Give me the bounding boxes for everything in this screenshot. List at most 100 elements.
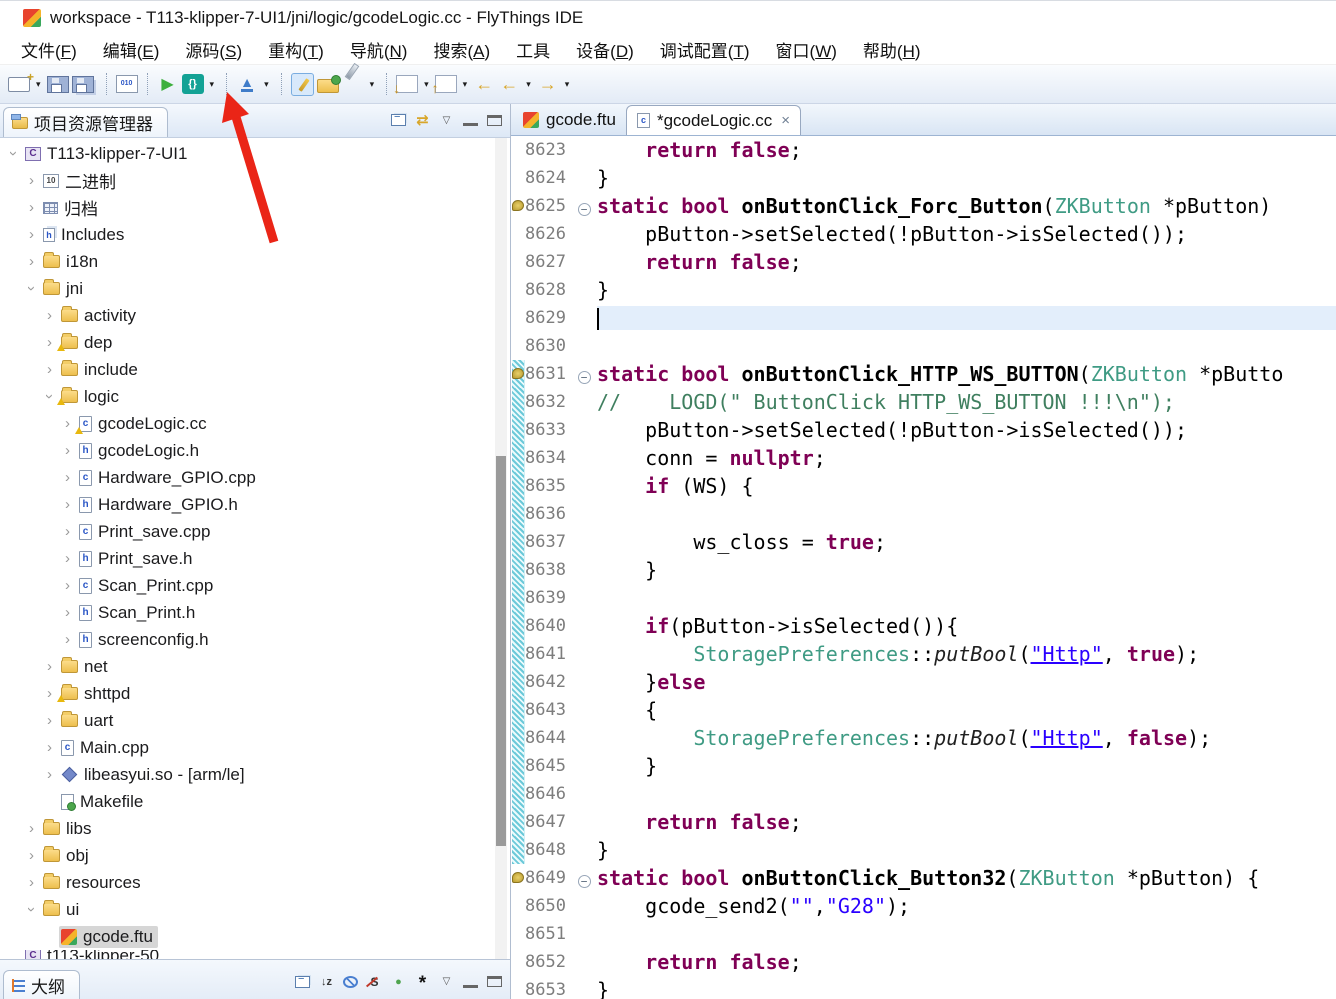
- tree-item-Print_save.cpp[interactable]: ›cPrint_save.cpp: [0, 518, 510, 545]
- tree-item-二进制[interactable]: ›10二进制: [0, 167, 510, 194]
- menu-item-调试配置(T)[interactable]: 调试配置(T): [647, 34, 763, 65]
- tree-item-gcodeLogic.cc[interactable]: ›cgcodeLogic.cc: [0, 410, 510, 437]
- tree-expander-icon[interactable]: ›: [60, 577, 75, 594]
- code-line-text[interactable]: static bool onButtonClick_HTTP_WS_BUTTON…: [597, 362, 1336, 386]
- export-dropdown-caret-icon[interactable]: ▾: [460, 79, 471, 90]
- tree-item-dep[interactable]: ›dep: [0, 329, 510, 356]
- save-all-icon[interactable]: [72, 76, 94, 93]
- menu-item-工具[interactable]: 工具: [503, 34, 563, 65]
- tree-expander-icon[interactable]: ›: [23, 281, 40, 296]
- collapse-all-icon[interactable]: [295, 976, 310, 988]
- menu-item-重构(T)[interactable]: 重构(T): [255, 34, 337, 65]
- tree-expander-icon[interactable]: ›: [42, 307, 57, 324]
- tree-expander-icon[interactable]: ›: [42, 739, 57, 756]
- tree-item-shttpd[interactable]: ›shttpd: [0, 680, 510, 707]
- tree-item-obj[interactable]: ›obj: [0, 842, 510, 869]
- code-line-text[interactable]: return false;: [597, 950, 1336, 974]
- code-line-text[interactable]: StoragePreferences::putBool("Http", fals…: [597, 726, 1336, 750]
- code-line-text[interactable]: }: [597, 754, 1336, 778]
- tab-project-explorer[interactable]: 项目资源管理器: [3, 107, 168, 137]
- hide-non-public-icon[interactable]: ●: [391, 974, 406, 990]
- code-line-text[interactable]: if(pButton->isSelected()){: [597, 614, 1336, 638]
- tree-expander-icon[interactable]: ›: [24, 847, 39, 864]
- tree-expander-icon[interactable]: ›: [24, 820, 39, 837]
- tree-item-gcode.ftu[interactable]: gcode.ftu: [0, 923, 510, 950]
- tree-item-resources[interactable]: ›resources: [0, 869, 510, 896]
- code-line-text[interactable]: }: [597, 166, 1336, 190]
- import-icon[interactable]: ↓: [396, 75, 418, 93]
- code-line-text[interactable]: conn = nullptr;: [597, 446, 1336, 470]
- new-wizard-icon[interactable]: [8, 77, 30, 92]
- code-line-text[interactable]: return false;: [597, 138, 1336, 162]
- tree-expander-icon[interactable]: ›: [24, 199, 39, 216]
- tree-item-activity[interactable]: ›activity: [0, 302, 510, 329]
- tree-expander-icon[interactable]: ›: [42, 712, 57, 729]
- code-line-text[interactable]: StoragePreferences::putBool("Http", true…: [597, 642, 1336, 666]
- explorer-scrollbar[interactable]: [495, 138, 507, 959]
- hide-local-types-icon[interactable]: *: [415, 976, 430, 992]
- tree-item-Scan_Print.cpp[interactable]: ›cScan_Print.cpp: [0, 572, 510, 599]
- tree-item-Hardware_GPIO.cpp[interactable]: ›cHardware_GPIO.cpp: [0, 464, 510, 491]
- tree-expander-icon[interactable]: ›: [60, 631, 75, 648]
- tree-expander-icon[interactable]: ›: [60, 469, 75, 486]
- code-line-text[interactable]: ws_closs = true;: [597, 530, 1336, 554]
- fold-collapse-icon[interactable]: −: [578, 875, 591, 888]
- editor-tab-*gcodeLogic.cc[interactable]: c*gcodeLogic.cc×: [626, 105, 801, 135]
- code-line-text[interactable]: // LOGD(" ButtonClick HTTP_WS_BUTTON !!!…: [597, 390, 1336, 414]
- tree-item-Makefile[interactable]: Makefile: [0, 788, 510, 815]
- menu-item-设备(D)[interactable]: 设备(D): [563, 34, 647, 65]
- highlighter-icon[interactable]: [291, 73, 314, 96]
- link-with-editor-icon[interactable]: ⇄: [415, 112, 430, 128]
- tree-item-net[interactable]: ›net: [0, 653, 510, 680]
- code-line-text[interactable]: }else: [597, 670, 1336, 694]
- collapse-all-icon[interactable]: [391, 114, 406, 126]
- code-line-text[interactable]: }: [597, 838, 1336, 862]
- tree-expander-icon[interactable]: ›: [24, 172, 39, 189]
- binary-file-icon[interactable]: 010: [116, 75, 138, 93]
- code-line-text[interactable]: }: [597, 978, 1336, 999]
- tree-expander-icon[interactable]: ›: [5, 146, 22, 161]
- import-dropdown-caret-icon[interactable]: ▾: [421, 79, 432, 90]
- tree-expander-icon[interactable]: ›: [24, 874, 39, 891]
- hide-static-members-icon[interactable]: S: [367, 974, 382, 990]
- tree-expander-icon[interactable]: ›: [60, 550, 75, 567]
- maximize-icon[interactable]: [487, 976, 502, 987]
- view-menu-icon[interactable]: ▽: [439, 112, 454, 128]
- back-icon[interactable]: ←: [498, 72, 520, 96]
- tree-expander-icon[interactable]: ›: [60, 442, 75, 459]
- tree-item-uart[interactable]: ›uart: [0, 707, 510, 734]
- open-resource-icon[interactable]: [317, 79, 339, 93]
- fold-collapse-icon[interactable]: −: [578, 371, 591, 384]
- export-icon[interactable]: ↑: [435, 75, 457, 93]
- minimize-icon[interactable]: [463, 985, 478, 988]
- compile-dropdown-caret-icon[interactable]: ▾: [261, 79, 272, 90]
- last-edit-location-icon[interactable]: ←: [473, 72, 495, 96]
- run-icon[interactable]: ▶: [157, 72, 179, 96]
- braces-build-icon[interactable]: {}: [182, 74, 204, 94]
- code-line-text[interactable]: [597, 306, 1336, 331]
- tree-expander-icon[interactable]: ›: [42, 334, 57, 351]
- tree-expander-icon[interactable]: ›: [24, 226, 39, 243]
- save-icon[interactable]: [47, 76, 69, 93]
- code-line-text[interactable]: {: [597, 698, 1336, 722]
- tree-expander-icon[interactable]: ›: [60, 496, 75, 513]
- tree-expander-icon[interactable]: ›: [42, 766, 57, 783]
- tree-item-Includes[interactable]: ›hIncludes: [0, 221, 510, 248]
- menu-item-文件(F)[interactable]: 文件(F): [8, 34, 90, 65]
- menu-item-编辑(E)[interactable]: 编辑(E): [90, 34, 173, 65]
- menu-item-搜索(A)[interactable]: 搜索(A): [420, 34, 503, 65]
- tree-expander-icon[interactable]: ›: [42, 361, 57, 378]
- back-dropdown-caret-icon[interactable]: ▾: [523, 79, 534, 90]
- tree-item-t113-klipper-50[interactable]: Ct113-klipper-50: [0, 950, 510, 959]
- tree-expander-icon[interactable]: ›: [60, 523, 75, 540]
- braces-dropdown-caret-icon[interactable]: ▾: [207, 79, 218, 90]
- code-line-text[interactable]: }: [597, 278, 1336, 302]
- menu-item-导航(N)[interactable]: 导航(N): [337, 34, 421, 65]
- minimize-icon[interactable]: [463, 123, 478, 126]
- code-line-text[interactable]: }: [597, 558, 1336, 582]
- tree-item-归档[interactable]: ›归档: [0, 194, 510, 221]
- tree-item-logic[interactable]: ›logic: [0, 383, 510, 410]
- menu-item-窗口(W)[interactable]: 窗口(W): [763, 34, 850, 65]
- tree-expander-icon[interactable]: ›: [23, 902, 40, 917]
- forward-dropdown-caret-icon[interactable]: ▾: [562, 79, 573, 90]
